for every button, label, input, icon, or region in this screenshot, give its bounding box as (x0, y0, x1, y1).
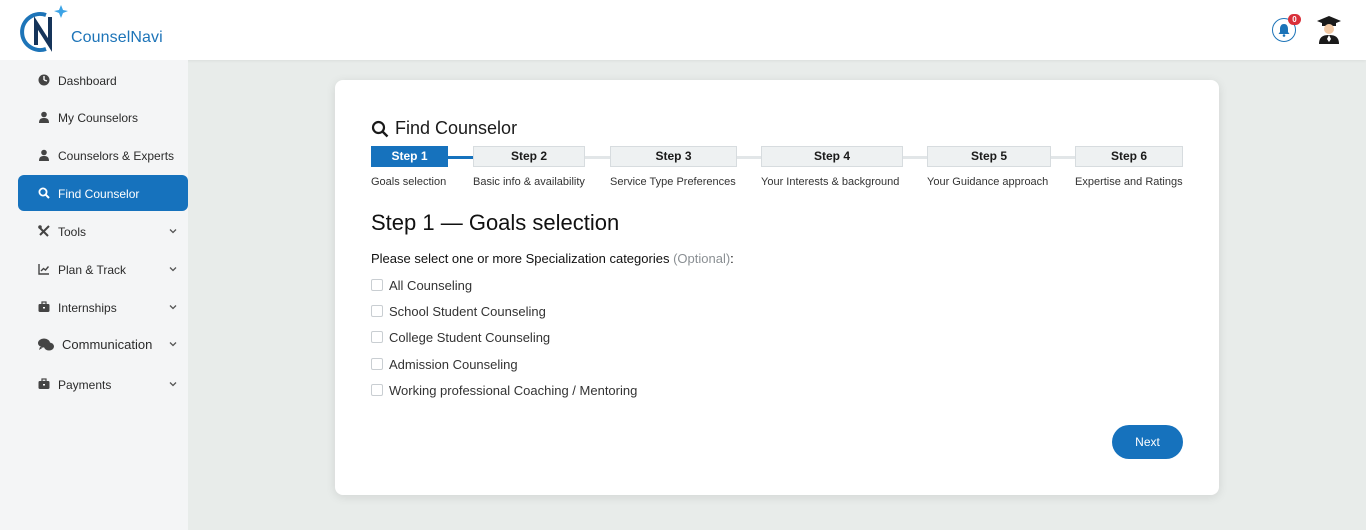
sidebar-item-dashboard[interactable]: Dashboard (18, 62, 188, 98)
sidebar-item-communication[interactable]: Communication (18, 326, 188, 362)
sidebar-item-plan-track[interactable]: Plan & Track (18, 251, 188, 287)
option-label: All Counseling (389, 278, 473, 293)
sidebar-item-label: Communication (62, 337, 153, 352)
next-button[interactable]: Next (1112, 425, 1183, 459)
tools-icon (38, 225, 50, 237)
step-3-tab[interactable]: Step 3 (610, 146, 737, 167)
stepper-connector (737, 156, 762, 159)
stepper-connector (585, 156, 611, 159)
step-6-caption: Expertise and Ratings (1075, 176, 1183, 188)
step-5-caption: Your Guidance approach (927, 176, 1049, 188)
top-header: CounselNavi 0 (0, 0, 1366, 60)
sidebar-item-label: Dashboard (58, 74, 117, 88)
brand-name: CounselNavi (71, 29, 163, 46)
step-4-caption: Your Interests & background (761, 176, 900, 188)
checkbox[interactable] (371, 358, 383, 370)
chevron-down-icon (169, 342, 177, 347)
briefcase-icon (38, 378, 50, 389)
step-6-tab[interactable]: Step 6 (1075, 146, 1183, 167)
chevron-down-icon (169, 382, 177, 387)
chevron-down-icon (169, 305, 177, 310)
chart-icon (38, 264, 50, 275)
sidebar-item-payments[interactable]: Payments (18, 366, 188, 402)
sidebar-item-counselors-experts[interactable]: Counselors & Experts (18, 137, 188, 173)
step-2-caption: Basic info & availability (473, 176, 585, 188)
step-3-caption: Service Type Preferences (610, 176, 736, 188)
notification-count-badge: 0 (1288, 14, 1301, 25)
sidebar-item-label: Payments (58, 378, 112, 392)
sidebar-item-label: Tools (58, 225, 87, 239)
step-5-tab[interactable]: Step 5 (927, 146, 1051, 167)
option-label: Working professional Coaching / Mentorin… (389, 383, 638, 398)
user-avatar[interactable] (1317, 16, 1341, 44)
step-1-tab[interactable]: Step 1 (371, 146, 448, 167)
checkbox[interactable] (371, 279, 383, 291)
search-icon (38, 187, 50, 199)
checkbox[interactable] (371, 331, 383, 343)
dashboard-icon (38, 74, 50, 86)
stepper-connector-complete (448, 156, 474, 159)
chat-icon (38, 338, 54, 351)
sidebar-item-find-counselor[interactable]: Find Counselor (18, 175, 188, 211)
sidebar-item-label: My Counselors (58, 111, 139, 125)
stepper-connector (903, 156, 928, 159)
chevron-down-icon (169, 267, 177, 272)
sidebar-item-label: Internships (58, 301, 117, 315)
user-icon (39, 111, 49, 123)
sidebar-item-my-counselors[interactable]: My Counselors (18, 99, 188, 135)
bell-icon (1278, 24, 1290, 37)
sidebar: Dashboard My Counselors Counselors & Exp… (0, 60, 188, 530)
stepper-connector (1051, 156, 1076, 159)
optional-label: (Optional) (673, 251, 731, 266)
checkbox[interactable] (371, 305, 383, 317)
sidebar-item-label: Plan & Track (58, 263, 127, 277)
chevron-down-icon (169, 229, 177, 234)
option-label: College Student Counseling (389, 330, 551, 345)
counselnavi-logo[interactable]: CounselNavi (16, 5, 176, 55)
option-label: Admission Counseling (389, 357, 518, 372)
option-label: School Student Counseling (389, 304, 546, 319)
specialization-prompt: Please select one or more Specialization… (371, 251, 734, 266)
sidebar-item-tools[interactable]: Tools (18, 213, 188, 249)
briefcase-icon (38, 301, 50, 312)
step-4-tab[interactable]: Step 4 (761, 146, 903, 167)
sidebar-item-label: Counselors & Experts (58, 149, 175, 163)
step-2-tab[interactable]: Step 2 (473, 146, 585, 167)
checkbox[interactable] (371, 384, 383, 396)
step-1-caption: Goals selection (371, 176, 447, 188)
find-counselor-card: Find Counselor Step 1 Step 2 Step 3 Step… (335, 80, 1219, 495)
section-title: Step 1 — Goals selection (371, 210, 620, 235)
search-icon (371, 120, 389, 138)
sidebar-item-internships[interactable]: Internships (18, 289, 188, 325)
logo-mark-icon (20, 5, 68, 52)
sidebar-item-label: Find Counselor (58, 187, 140, 201)
user-icon (39, 149, 49, 161)
